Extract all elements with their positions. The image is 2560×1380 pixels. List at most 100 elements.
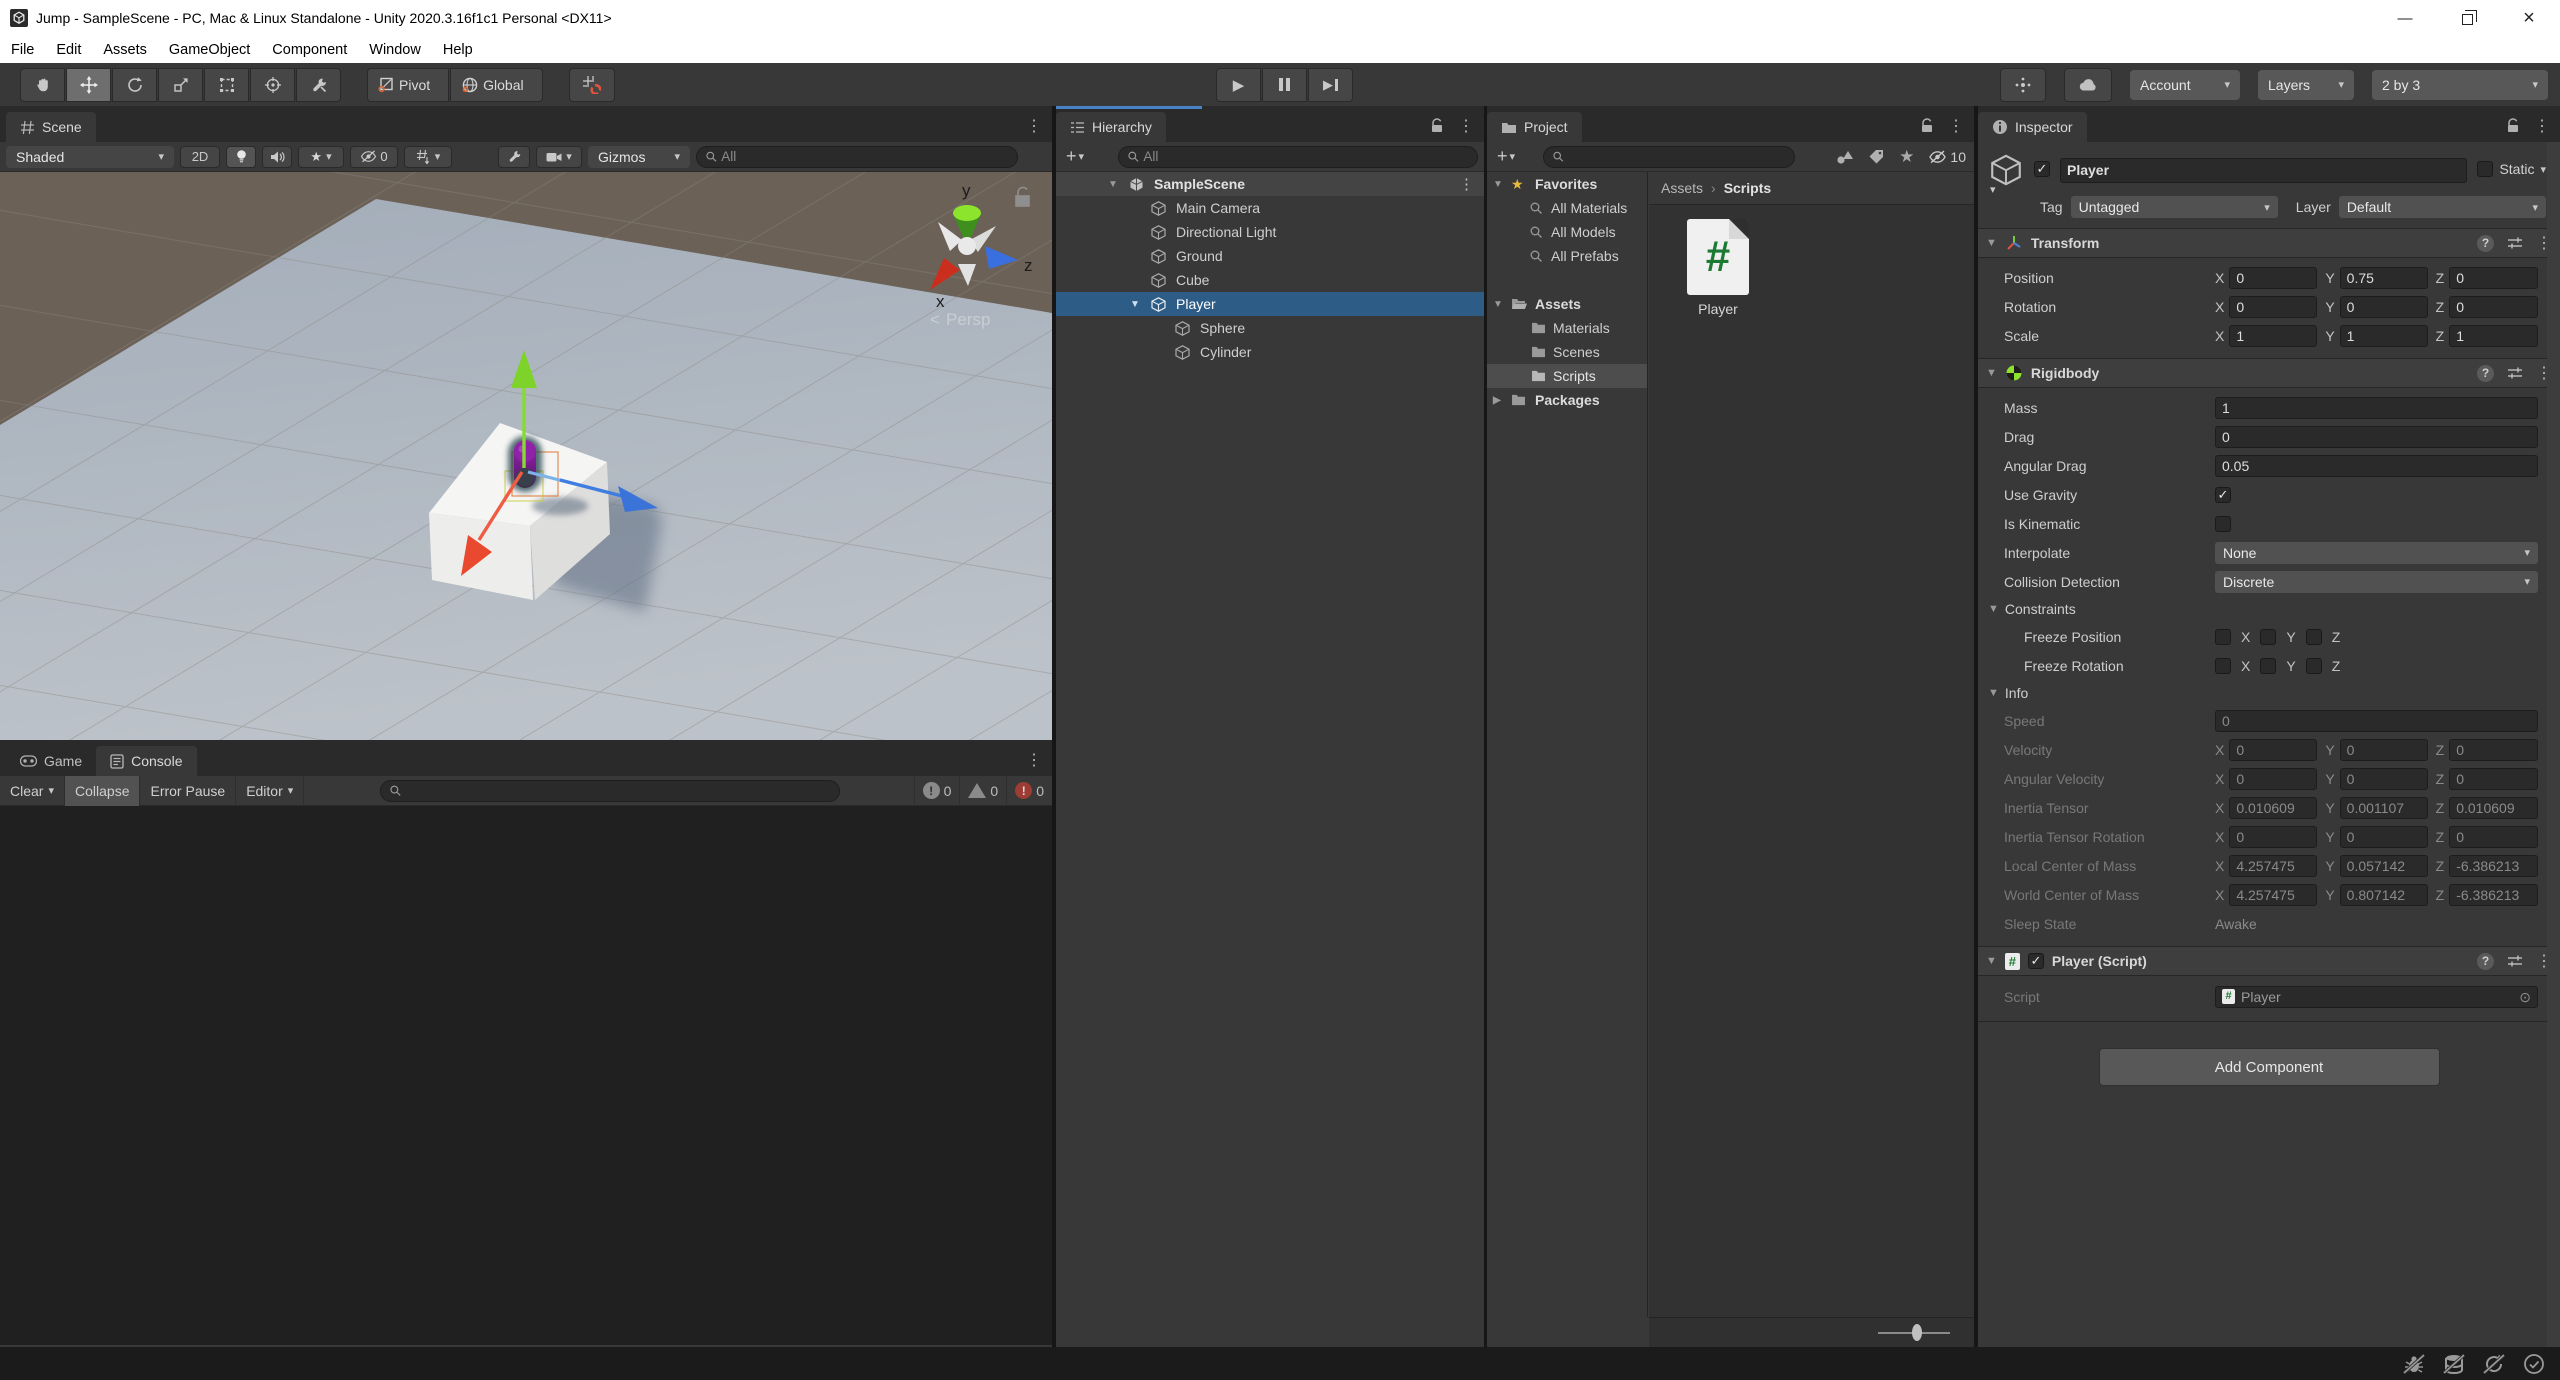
collision-detection-dropdown[interactable]: Discrete▾ [2215, 571, 2538, 593]
console-panel-menu[interactable]: ⋮ [1026, 750, 1042, 770]
console-error-pause-toggle[interactable]: Error Pause [140, 776, 236, 806]
hierarchy-panel-menu[interactable]: ⋮ [1458, 116, 1474, 136]
project-panel-menu[interactable]: ⋮ [1948, 116, 1964, 136]
custom-tool-button[interactable] [296, 68, 341, 102]
scene-camera-dropdown[interactable]: ▾ [536, 146, 582, 168]
tab-inspector[interactable]: Inspector [1978, 112, 2087, 142]
menu-edit[interactable]: Edit [45, 42, 92, 58]
search-by-label-icon[interactable] [1868, 149, 1885, 165]
scale-tool-button[interactable] [158, 68, 203, 102]
step-button[interactable]: ▶ [1308, 68, 1353, 102]
scene-panel-menu[interactable]: ⋮ [1026, 116, 1042, 136]
console-info-count[interactable]: ! 0 [914, 776, 960, 806]
mass-field[interactable]: 1 [2215, 397, 2538, 419]
position-y-field[interactable]: 0.75 [2340, 267, 2428, 289]
unity-services-button[interactable] [2000, 68, 2046, 102]
global-toggle-button[interactable]: Global [450, 68, 542, 102]
play-button[interactable]: ▶ [1216, 68, 1261, 102]
grid-snapping-button[interactable] [569, 68, 615, 102]
console-warning-count[interactable]: 0 [959, 776, 1006, 806]
console-clear-button[interactable]: Clear▾ [0, 776, 65, 806]
console-editor-dropdown[interactable]: Editor▾ [236, 776, 304, 806]
favorites-section[interactable]: ▼ ★ Favorites [1487, 172, 1647, 196]
shading-mode-dropdown[interactable]: Shaded▾ [6, 146, 174, 168]
scene-row-menu[interactable]: ⋮ [1459, 175, 1474, 193]
debugger-disabled-icon[interactable] [2402, 1353, 2426, 1375]
tag-dropdown[interactable]: Untagged▾ [2071, 196, 2278, 218]
presets-icon[interactable] [2507, 366, 2523, 380]
layer-dropdown[interactable]: Default▾ [2339, 196, 2546, 218]
packages-folder-root[interactable]: ▶ Packages [1487, 388, 1647, 412]
static-checkbox[interactable] [2477, 161, 2493, 177]
project-create-button[interactable]: +▾ [1493, 146, 1519, 167]
move-tool-button[interactable] [66, 68, 111, 102]
layout-dropdown[interactable]: 2 by 3▾ [2372, 70, 2548, 100]
console-log-area[interactable] [0, 806, 1052, 1345]
pivot-toggle-button[interactable]: Pivot [367, 68, 449, 102]
scene-viewport[interactable]: y z x < Persp [0, 172, 1052, 740]
auto-refresh-disabled-icon[interactable] [2482, 1353, 2506, 1375]
scale-x-field[interactable]: 1 [2229, 325, 2317, 347]
tab-hierarchy[interactable]: Hierarchy [1056, 112, 1166, 142]
restore-button[interactable] [2436, 0, 2498, 36]
console-collapse-toggle[interactable]: Collapse [65, 776, 140, 806]
menu-help[interactable]: Help [432, 42, 484, 58]
gizmos-dropdown[interactable]: Gizmos▾ [588, 146, 690, 168]
freeze-rotation-y-checkbox[interactable] [2260, 658, 2276, 674]
scene-lighting-button[interactable] [226, 146, 256, 168]
scale-z-field[interactable]: 1 [2449, 325, 2538, 347]
freeze-rotation-z-checkbox[interactable] [2306, 658, 2322, 674]
lock-icon[interactable] [1920, 118, 1934, 134]
breadcrumb-current[interactable]: Scripts [1724, 180, 1771, 196]
gameobject-active-checkbox[interactable]: ✓ [2034, 161, 2050, 177]
hierarchy-row-sphere[interactable]: Sphere [1056, 316, 1484, 340]
rotation-x-field[interactable]: 0 [2229, 296, 2317, 318]
rect-tool-button[interactable] [204, 68, 249, 102]
tab-scene[interactable]: Scene [6, 112, 96, 142]
console-search-field[interactable] [380, 780, 840, 802]
save-search-icon[interactable]: ★ [1899, 147, 1914, 167]
rigidbody-header[interactable]: ▼ Rigidbody ? ⋮ [1978, 358, 2560, 388]
scene-effects-dropdown[interactable]: ★▾ [298, 146, 344, 168]
search-by-type-icon[interactable] [1836, 149, 1854, 165]
scene-audio-button[interactable] [262, 146, 292, 168]
menu-assets[interactable]: Assets [92, 42, 158, 58]
scene-search-field[interactable] [696, 146, 1018, 168]
asset-player-script[interactable]: # Player [1675, 219, 1761, 317]
gameobject-name-field[interactable]: Player [2060, 158, 2467, 183]
rotation-z-field[interactable]: 0 [2449, 296, 2538, 318]
console-search-input[interactable] [406, 783, 831, 798]
hierarchy-row-player[interactable]: ▼ Player [1056, 292, 1484, 316]
script-object-field[interactable]: # Player ⊙ [2215, 986, 2538, 1008]
transform-tool-button[interactable] [250, 68, 295, 102]
freeze-rotation-x-checkbox[interactable] [2215, 658, 2231, 674]
hierarchy-row-cylinder[interactable]: Cylinder [1056, 340, 1484, 364]
folder-scenes[interactable]: Scenes [1487, 340, 1647, 364]
gameobject-icon[interactable]: ▾ [1988, 152, 2024, 188]
freeze-position-z-checkbox[interactable] [2306, 629, 2322, 645]
help-icon[interactable]: ? [2477, 953, 2494, 970]
persp-label[interactable]: Persp [946, 310, 990, 329]
help-icon[interactable]: ? [2477, 365, 2494, 382]
player-script-header[interactable]: ▼ # ✓ Player (Script) ? ⋮ [1978, 946, 2560, 976]
tab-console[interactable]: Console [96, 746, 196, 776]
favorites-all-materials[interactable]: All Materials [1487, 196, 1647, 220]
inspector-panel-menu[interactable]: ⋮ [2534, 116, 2550, 136]
favorites-all-models[interactable]: All Models [1487, 220, 1647, 244]
menu-component[interactable]: Component [261, 42, 358, 58]
cloud-button[interactable] [2064, 68, 2112, 102]
2d-toggle-button[interactable]: 2D [180, 146, 220, 168]
presets-icon[interactable] [2507, 954, 2523, 968]
project-search-input[interactable] [1568, 149, 1786, 164]
hierarchy-search-input[interactable] [1143, 149, 1469, 164]
persp-chevron[interactable]: < [930, 310, 940, 329]
tab-game[interactable]: Game [6, 746, 96, 776]
object-picker-icon[interactable]: ⊙ [2519, 987, 2531, 1007]
lock-icon[interactable] [2506, 118, 2520, 134]
menu-window[interactable]: Window [358, 42, 432, 58]
presets-icon[interactable] [2507, 236, 2523, 250]
tab-project[interactable]: Project [1487, 112, 1582, 142]
scene-grid-dropdown[interactable]: ▾ [404, 146, 452, 168]
scene-search-input[interactable] [721, 149, 1009, 164]
constraints-foldout[interactable]: ▼ Constraints [1978, 596, 2560, 622]
